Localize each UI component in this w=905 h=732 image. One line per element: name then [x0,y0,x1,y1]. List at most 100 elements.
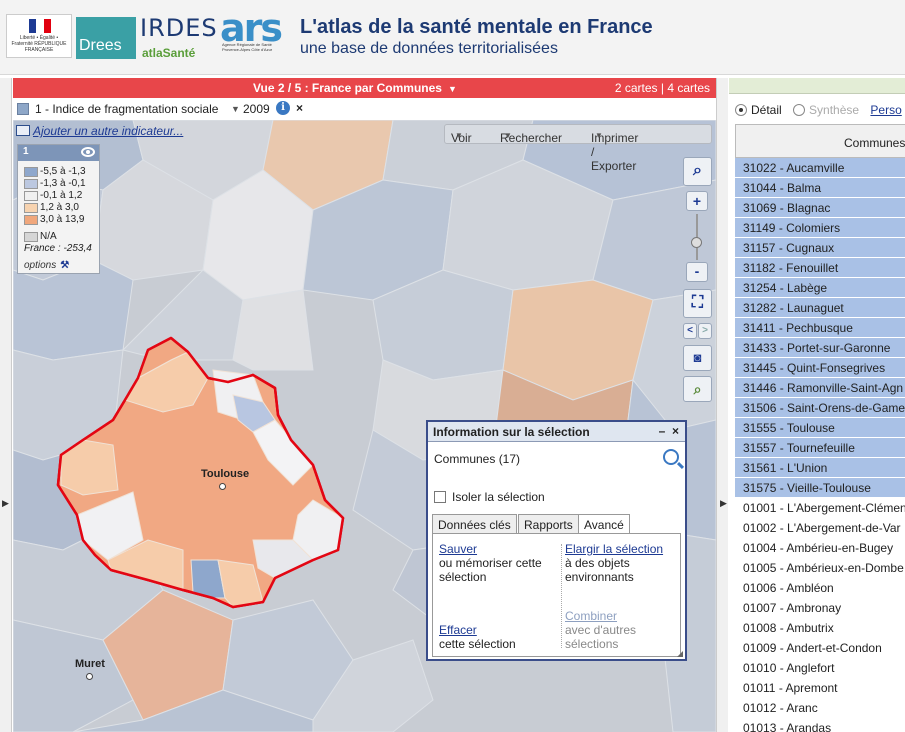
table-row[interactable]: 01005 - Ambérieux-en-Dombe [735,558,905,578]
add-indicator-link[interactable]: Ajouter un autre indicateur... [16,124,183,138]
legend-options-label: options [24,260,57,271]
table-row[interactable]: 01013 - Arandas [735,718,905,732]
table-row[interactable]: 31182 - Fenouillet [735,258,905,278]
table-row[interactable]: 31149 - Colomiers [735,218,905,238]
collapse-right-arrow-icon[interactable]: ▶ [720,498,727,509]
table-row[interactable]: 01004 - Ambérieu-en-Bugey [735,538,905,558]
table-row[interactable]: 31557 - Tournefeuille [735,438,905,458]
isolate-selection-option[interactable]: Isoler la sélection [434,490,545,504]
indicator-color-swatch [17,103,29,115]
table-row[interactable]: 31411 - Pechbusque [735,318,905,338]
table-row[interactable]: 01011 - Apremont [735,678,905,698]
tab-donnees-cles[interactable]: Données clés [432,514,517,534]
right-collapse-strip[interactable]: ▶ [716,78,728,732]
expand-selection-desc: à des objets environnants [565,556,634,584]
table-row[interactable]: 31022 - Aucamville [735,158,905,178]
communes-list: 31022 - Aucamville 31044 - Balma 31069 - B… [735,158,905,732]
legend-class: -1,3 à -0,1 [24,178,86,190]
radio-synthese-dot[interactable] [793,104,806,116]
collapse-left-arrow-icon[interactable]: ▶ [2,498,9,509]
fullscreen-button[interactable]: ⛶ [683,289,712,318]
city-marker-toulouse[interactable] [219,483,226,490]
actions-divider [561,544,562,648]
save-selection-link[interactable]: Sauver [439,542,551,556]
city-marker-muret[interactable] [86,673,93,680]
column-header-communes[interactable]: Communes [735,124,905,158]
combine-selection-link[interactable]: Combiner [565,609,677,623]
table-row[interactable]: 31445 - Quint-Fonsegrives [735,358,905,378]
indicator-dropdown-icon[interactable]: ▼ [231,104,240,114]
perso-link[interactable]: Perso [870,103,901,117]
table-row[interactable]: 31555 - Toulouse [735,418,905,438]
irdes-logo: IRDES [140,14,218,42]
eye-icon[interactable] [81,147,95,157]
tab-content-avance: Sauver ou mémoriser cette sélection Elar… [432,533,681,657]
info-icon[interactable]: i [276,101,290,115]
legend-classes: -5,5 à -1,3 -1,3 à -0,1 -0,1 à 1,2 1,2 à… [24,166,86,226]
table-row[interactable]: 31433 - Portet-sur-Garonne [735,338,905,358]
table-row[interactable]: 01006 - Ambléon [735,578,905,598]
zoom-out-button[interactable]: - [686,262,708,282]
table-row[interactable]: 31506 - Saint-Orens-de-Gamev [735,398,905,418]
indicator-year[interactable]: 2009 [243,102,270,116]
selection-info-panel: Information sur la sélection – × Commune… [426,420,687,661]
screenshot-button[interactable]: ◙ [683,345,712,371]
table-row[interactable]: 31069 - Blagnac [735,198,905,218]
legend-swatch [24,167,38,177]
remove-indicator-button[interactable]: × [296,101,303,115]
view-selector[interactable]: Vue 2 / 5 : France par Communes ▼ [253,81,457,95]
city-label-toulouse: Toulouse [201,468,250,480]
cards-selector[interactable]: 2 cartes | 4 cartes [615,81,710,95]
clear-selection-link[interactable]: Effacer [439,623,551,637]
french-flag-icon [29,19,51,33]
map-toolbar: Voir ▼ Rechercher ▼ Imprimer / Exporter ▼ [444,124,712,173]
table-row[interactable]: 31446 - Ramonville-Saint-Agn [735,378,905,398]
save-selection-desc: ou mémoriser cette sélection [439,556,542,584]
action-save: Sauver ou mémoriser cette sélection [439,542,551,584]
legend-class-label: -5,5 à -1,3 [40,166,86,177]
legend-number: 1 [23,146,29,157]
table-row[interactable]: 01002 - L'Abergement-de-Var [735,518,905,538]
table-row[interactable]: 01008 - Ambutrix [735,618,905,638]
legend-options[interactable]: options ⚒ [24,260,69,271]
close-panel-button[interactable]: × [672,424,679,438]
zoom-selection-button[interactable]: ⌕ [683,376,712,402]
table-row[interactable]: 31575 - Vieille-Toulouse [735,478,905,498]
pan-right-button[interactable]: > [698,323,712,339]
left-collapse-strip[interactable]: ▶ [0,78,12,732]
tab-avance[interactable]: Avancé [578,514,630,534]
map-legend: 1 -5,5 à -1,3 -1,3 à -0,1 -0,1 à 1,2 1,2… [17,144,100,274]
resize-grip[interactable] [677,651,683,657]
isolate-checkbox[interactable] [434,491,446,503]
table-row[interactable]: 01007 - Ambronay [735,598,905,618]
table-row[interactable]: 01012 - Aranc [735,698,905,718]
legend-class: 3,0 à 13,9 [24,214,86,226]
table-row[interactable]: 31254 - Labège [735,278,905,298]
pan-left-button[interactable]: < [683,323,697,339]
table-row[interactable]: 31282 - Launaguet [735,298,905,318]
table-row[interactable]: 31044 - Balma [735,178,905,198]
search-zoom-button[interactable]: ⌕ [683,157,712,186]
table-row[interactable]: 01001 - L'Abergement-Clémen [735,498,905,518]
camera-icon: ◙ [693,350,702,365]
radio-synthese[interactable]: Synthèse [793,103,859,117]
table-row[interactable]: 31561 - L'Union [735,458,905,478]
data-table-panel: Détail Synthèse Perso Communes 31022 - A… [729,78,905,732]
legend-class-label: -1,3 à -0,1 [40,178,86,189]
table-row[interactable]: 31157 - Cugnaux [735,238,905,258]
tab-rapports[interactable]: Rapports [518,514,579,534]
add-indicator-label: Ajouter un autre indicateur... [33,124,184,138]
clear-selection-desc: cette sélection [439,637,516,651]
expand-selection-link[interactable]: Elargir la sélection [565,542,677,556]
zoom-in-button[interactable]: + [686,191,708,211]
zoom-slider-knob[interactable] [691,237,702,248]
table-row[interactable]: 01009 - Andert-et-Condon [735,638,905,658]
search-icon[interactable] [663,449,679,465]
radio-detail[interactable]: Détail [735,103,782,117]
radio-detail-dot[interactable] [735,104,747,116]
indicator-label[interactable]: 1 - Indice de fragmentation sociale [35,102,218,116]
table-row[interactable]: 01010 - Anglefort [735,658,905,678]
wrench-icon[interactable]: ⚒ [60,260,69,271]
site-title: L'atlas de la santé mentale en France [300,16,653,38]
minimize-button[interactable]: – [659,424,666,438]
